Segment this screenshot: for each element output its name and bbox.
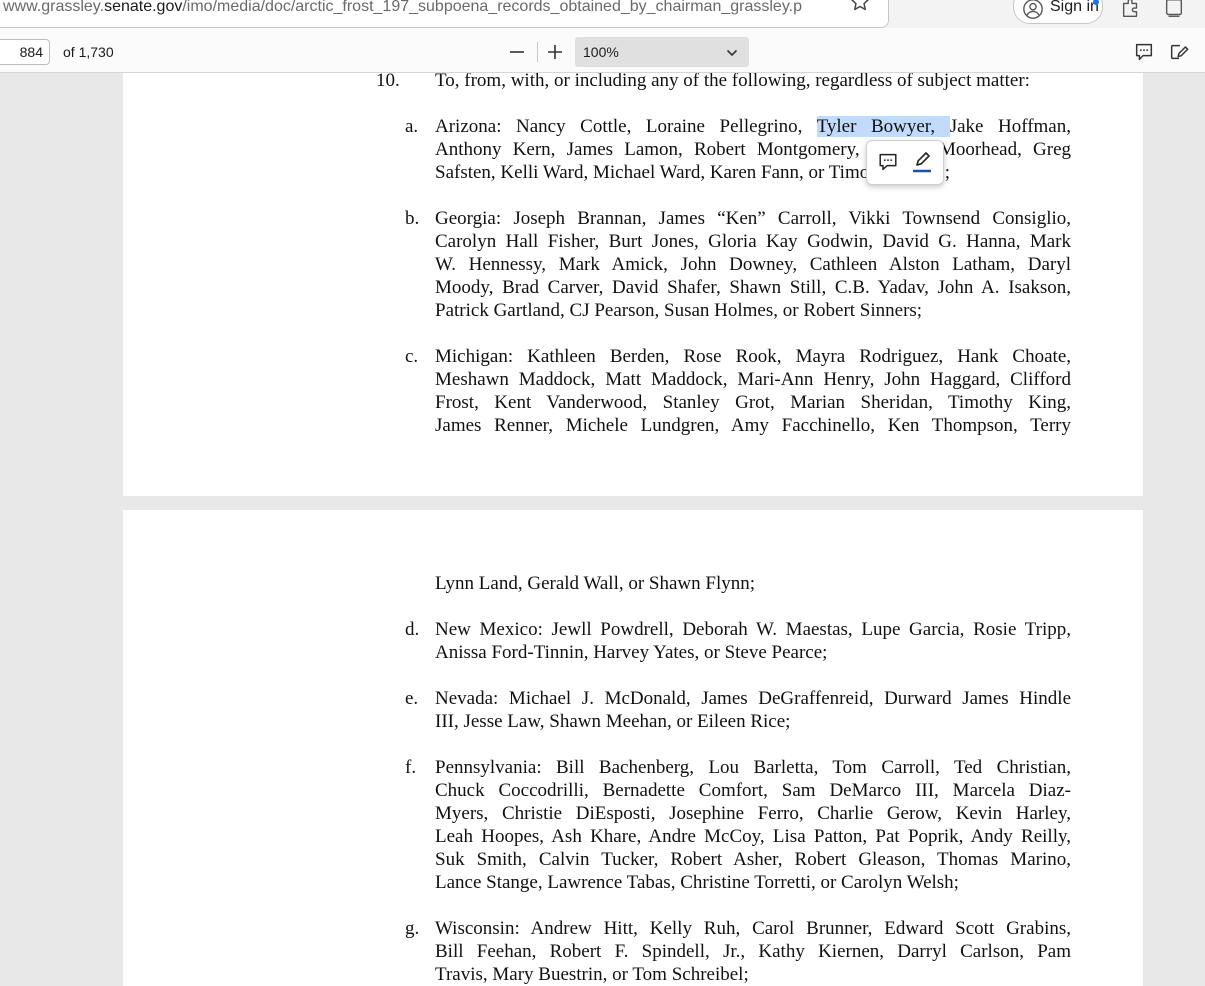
scrollbar-track[interactable] xyxy=(1143,73,1205,986)
item-number: 10. xyxy=(376,73,400,91)
pdf-page: Lynn Land, Gerald Wall, or Shawn Flynn; … xyxy=(123,510,1143,986)
text-line: Anthony Kern, James Lamon, Robert Montgo… xyxy=(435,139,1071,160)
extensions-icon[interactable] xyxy=(1120,0,1142,19)
list-item-michigan: c. Michigan: Kathleen Berden, Rose Rook,… xyxy=(405,345,1071,437)
item-letter: g. xyxy=(405,918,420,939)
highlighter-icon[interactable] xyxy=(911,150,933,174)
zoom-dropdown[interactable]: 100% xyxy=(575,37,749,67)
toolbar-divider xyxy=(537,42,538,62)
line-text: Jake Hoffman, xyxy=(949,116,1071,137)
text-line: Travis, Mary Buestrin, or Tom Schreibel; xyxy=(435,964,749,985)
item-letter: e. xyxy=(405,688,419,709)
list-item-michigan-continued: Lynn Land, Gerald Wall, or Shawn Flynn; xyxy=(435,572,1071,595)
item-text: To, from, with, or including any of the … xyxy=(435,73,1030,91)
text-line: Carolyn Hall Fisher, Burt Jones, Gloria … xyxy=(435,231,1071,252)
text-line: Patrick Gartland, CJ Pearson, Susan Holm… xyxy=(435,300,923,321)
item-letter: f. xyxy=(405,757,417,778)
browser-address-bar: www.grassley.senate.gov/imo/media/doc/ar… xyxy=(0,0,1205,28)
url-domain: senate.gov xyxy=(104,0,183,15)
collections-icon[interactable] xyxy=(1163,0,1185,19)
item-letter: a. xyxy=(405,116,419,137)
text-line: Chuck Coccodrilli, Bernadette Comfort, S… xyxy=(435,780,1071,801)
text-line: Frost, Kent Vanderwood, Stanley Grot, Ma… xyxy=(435,392,1071,413)
pdf-page: 10. To, from, with, or including any of … xyxy=(123,73,1143,496)
text-line: Arizona: Nancy Cottle, Loraine Pellegrin… xyxy=(435,115,1071,138)
text-line: Nevada: Michael J. McDonald, James DeGra… xyxy=(435,688,1071,709)
text-line: Lance Stange, Lawrence Tabas, Christine … xyxy=(435,872,959,893)
text-line: Leah Hoopes, Ash Khare, Andre McCoy, Lis… xyxy=(435,826,1071,847)
pdf-toolbar: of 1,730 100% xyxy=(0,28,1205,73)
text-line: Bill Feehan, Robert F. Spindell, Jr., Ka… xyxy=(435,941,1071,962)
text-line: Lynn Land, Gerald Wall, or Shawn Flynn; xyxy=(435,573,756,594)
item-letter: b. xyxy=(405,208,420,229)
selected-text[interactable]: Tyler Bowyer, xyxy=(816,116,950,137)
comment-icon[interactable] xyxy=(1133,41,1155,63)
sign-in-button[interactable]: Sign in xyxy=(1013,0,1103,24)
document-viewer[interactable]: 10. To, from, with, or including any of … xyxy=(0,73,1205,986)
line-text: Arizona: Nancy Cottle, Loraine Pellegrin… xyxy=(435,116,817,137)
url-field[interactable]: www.grassley.senate.gov/imo/media/doc/ar… xyxy=(0,0,889,28)
page-number-input[interactable] xyxy=(0,39,50,65)
text-line: Michigan: Kathleen Berden, Rose Rook, Ma… xyxy=(435,346,1071,367)
text-line: Wisconsin: Andrew Hitt, Kelly Ruh, Carol… xyxy=(435,918,1071,939)
text-line: Pennsylvania: Bill Bachenberg, Lou Barle… xyxy=(435,757,1071,778)
list-item-arizona: a. Arizona: Nancy Cottle, Loraine Pelleg… xyxy=(405,115,1071,184)
zoom-out-icon[interactable] xyxy=(506,41,528,63)
list-item-nevada: e. Nevada: Michael J. McDonald, James De… xyxy=(405,687,1071,733)
item-letter: c. xyxy=(405,346,419,367)
text-line: New Mexico: Jewll Powdrell, Deborah W. M… xyxy=(435,619,1071,640)
sign-in-label: Sign in xyxy=(1050,0,1099,15)
list-item-georgia: b. Georgia: Joseph Brannan, James “Ken” … xyxy=(405,207,1071,322)
text-line: W. Hennessy, Mark Amick, John Downey, Ca… xyxy=(435,254,1071,275)
list-item-wisconsin: g. Wisconsin: Andrew Hitt, Kelly Ruh, Ca… xyxy=(405,917,1071,986)
url-path: /imo/media/doc/arctic_frost_197_subpoena… xyxy=(182,0,802,15)
star-outline-icon[interactable] xyxy=(849,0,871,13)
text-line: Anissa Ford-Tinnin, Harvey Yates, or Ste… xyxy=(435,642,828,663)
text-line: Safsten, Kelli Ward, Michael Ward, Karen… xyxy=(435,162,950,183)
draw-icon[interactable] xyxy=(1168,41,1190,63)
account-icon xyxy=(1023,0,1043,19)
zoom-in-icon[interactable] xyxy=(544,41,566,63)
selection-toolbar xyxy=(866,140,944,185)
chevron-down-icon xyxy=(726,49,738,57)
page-count-label: of 1,730 xyxy=(63,44,114,60)
item-letter: d. xyxy=(405,619,420,640)
comment-icon[interactable] xyxy=(877,151,899,173)
text-line: Suk Smith, Calvin Tucker, Robert Asher, … xyxy=(435,849,1071,870)
text-line: Moody, Brad Carver, David Shafer, Shawn … xyxy=(435,277,1071,298)
list-item-new-mexico: d. New Mexico: Jewll Powdrell, Deborah W… xyxy=(405,618,1071,664)
zoom-value: 100% xyxy=(583,44,619,60)
text-line: James Renner, Michele Lundgren, Amy Facc… xyxy=(435,415,1071,436)
text-line: Meshawn Maddock, Matt Maddock, Mari-Ann … xyxy=(435,369,1071,390)
text-line: III, Jesse Law, Shawn Meehan, or Eileen … xyxy=(435,711,791,732)
url-domain-prefix: www.grassley. xyxy=(3,0,105,15)
text-line: Myers, Christie DiEsposti, Josephine Fer… xyxy=(435,803,1071,824)
url-text[interactable]: www.grassley.senate.gov/imo/media/doc/ar… xyxy=(3,0,845,16)
text-line: Georgia: Joseph Brannan, James “Ken” Car… xyxy=(435,208,1071,229)
list-item-pennsylvania: f. Pennsylvania: Bill Bachenberg, Lou Ba… xyxy=(405,756,1071,894)
